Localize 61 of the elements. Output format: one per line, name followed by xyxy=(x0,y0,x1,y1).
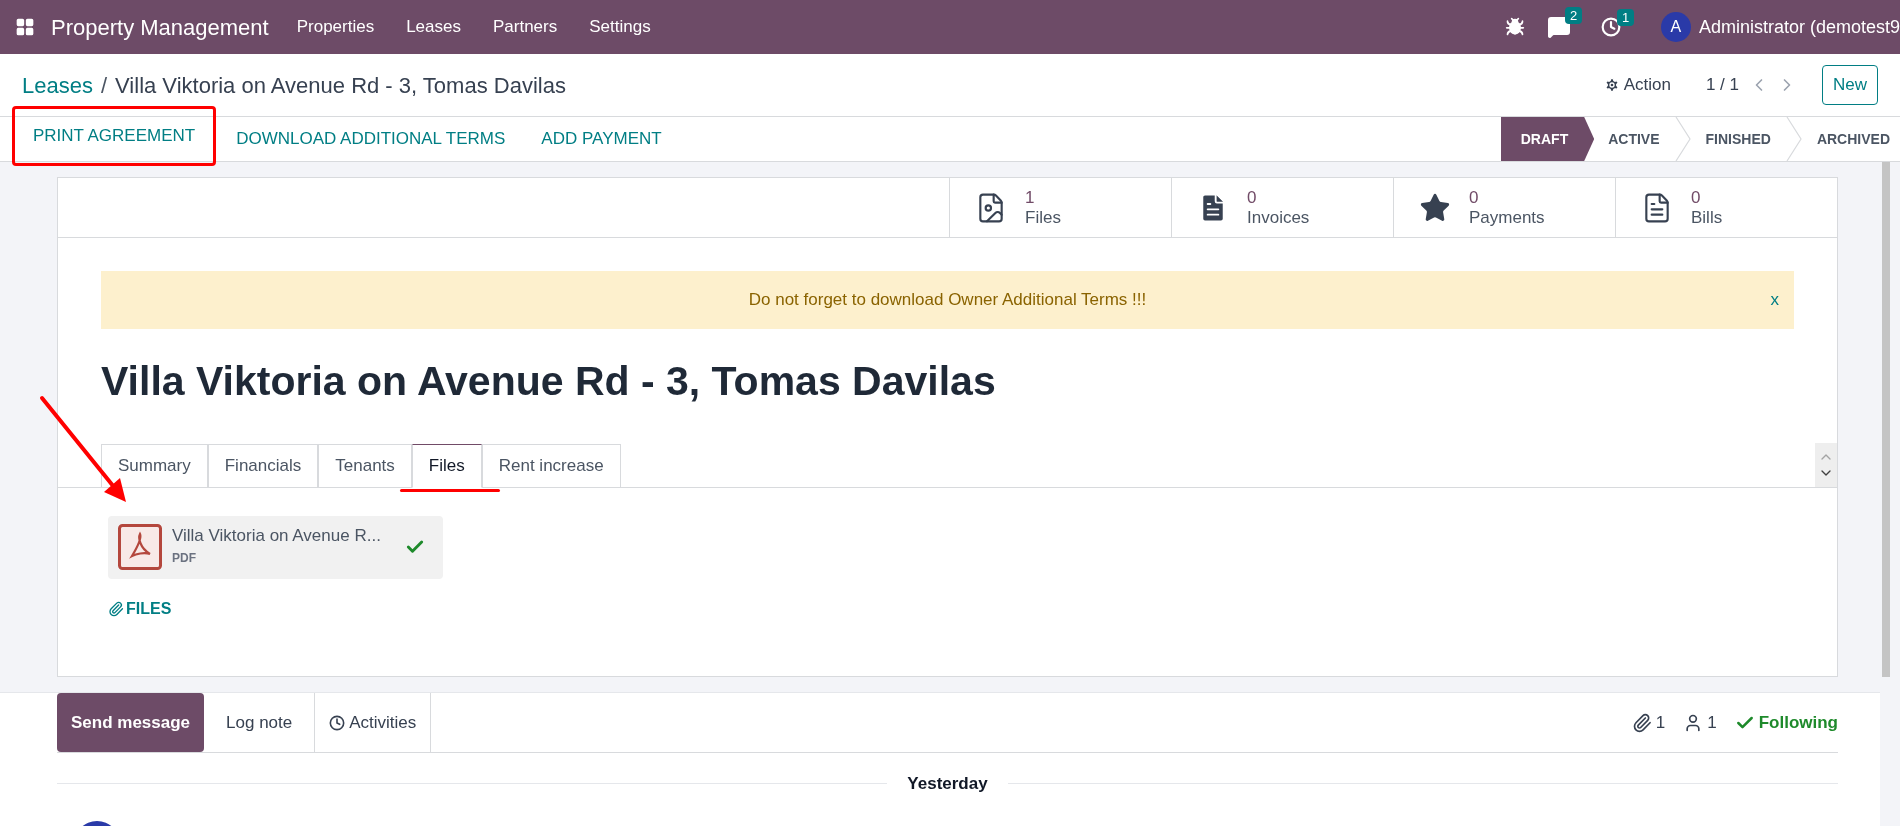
stat-value: 0 xyxy=(1469,187,1479,208)
chatter-tab[interactable]: Activities xyxy=(315,693,432,752)
pager-value: 1 / 1 xyxy=(1705,74,1739,97)
status-stage[interactable]: DRAFT xyxy=(1500,117,1595,161)
notebook-tab[interactable]: Rent increase xyxy=(481,443,621,488)
file-type: PDF xyxy=(172,550,197,567)
clock-icon[interactable] xyxy=(1600,17,1621,37)
user-avatar[interactable]: A xyxy=(1660,12,1691,42)
pdf-icon xyxy=(118,524,162,570)
count-badge: 2 xyxy=(1564,7,1583,24)
chatter-tab[interactable]: Send message xyxy=(57,693,205,752)
header-button[interactable]: PRINT AGREEMENT xyxy=(17,114,212,158)
count-badge: 1 xyxy=(1616,9,1635,26)
menu-item[interactable]: Leases xyxy=(390,14,477,40)
attach-files-button[interactable]: FILES xyxy=(108,596,172,621)
stat-value: 0 xyxy=(1691,187,1701,208)
notebook-tab[interactable]: Files xyxy=(411,443,482,488)
app-name[interactable]: Property Management xyxy=(51,10,269,44)
date-separator: Yesterday xyxy=(906,773,989,795)
breadcrumb-link[interactable]: Leases xyxy=(22,68,93,102)
notebook-tab[interactable]: Summary xyxy=(101,443,208,488)
action-menu-button[interactable]: Action xyxy=(1603,72,1671,98)
following-button[interactable]: Following xyxy=(1734,709,1838,736)
bug-icon[interactable] xyxy=(1504,17,1525,37)
stat-label: Bills xyxy=(1691,207,1723,228)
notebook-tab[interactable]: Tenants xyxy=(318,443,412,488)
chat-icon[interactable] xyxy=(1546,15,1571,39)
user-name[interactable]: Administrator (demotest9 xyxy=(1698,13,1900,41)
chatter-tab[interactable]: Log note xyxy=(204,693,316,752)
header-button[interactable]: ADD PAYMENT xyxy=(525,117,678,161)
new-button[interactable]: New xyxy=(1822,65,1878,105)
stat-label: Files xyxy=(1025,207,1061,228)
stat-value: 0 xyxy=(1247,187,1257,208)
paperclip-icon xyxy=(108,600,124,617)
scrollbar[interactable] xyxy=(1882,162,1890,677)
stat-label: Payments xyxy=(1469,207,1545,228)
menu-item[interactable]: Settings xyxy=(573,14,667,40)
menu-item[interactable]: Properties xyxy=(280,14,391,40)
smart-button[interactable]: 0 Invoices xyxy=(1171,178,1393,237)
attachment-name: Villa Viktoria on Avenue R... xyxy=(172,525,381,547)
smart-button[interactable]: 0 Bills xyxy=(1615,178,1837,237)
stat-value: 1 xyxy=(1025,187,1035,208)
clock-icon xyxy=(329,714,346,731)
star-icon xyxy=(1419,191,1451,224)
apps-menu-icon[interactable] xyxy=(15,17,35,37)
stat-label: Invoices xyxy=(1247,207,1310,228)
gear-icon xyxy=(1603,77,1620,93)
alert-close[interactable]: x xyxy=(1770,287,1779,313)
smart-button[interactable]: 0 Payments xyxy=(1393,178,1615,237)
attachment-card[interactable]: Villa Viktoria on Avenue R... PDF xyxy=(108,515,443,579)
header-button[interactable]: DOWNLOAD ADDITIONAL TERMS xyxy=(220,117,522,161)
record-title: Villa Viktoria on Avenue Rd - 3, Tomas Davilas xyxy=(101,357,997,406)
menu-item[interactable]: Partners xyxy=(477,14,574,40)
breadcrumb-separator: / xyxy=(100,71,108,100)
follower-count[interactable]: 1 xyxy=(1707,709,1717,736)
alert-message: Do not forget to download Owner Additional Terms !!! xyxy=(748,289,1147,312)
attachment-count[interactable]: 1 xyxy=(1655,709,1666,736)
notebook-tab[interactable]: Financials xyxy=(207,443,319,488)
paperclip-icon[interactable] xyxy=(1631,712,1652,733)
breadcrumb-current: Villa Viktoria on Avenue Rd - 3, Tomas Davilas xyxy=(115,71,566,100)
smart-button[interactable]: 1 Files xyxy=(949,178,1171,237)
